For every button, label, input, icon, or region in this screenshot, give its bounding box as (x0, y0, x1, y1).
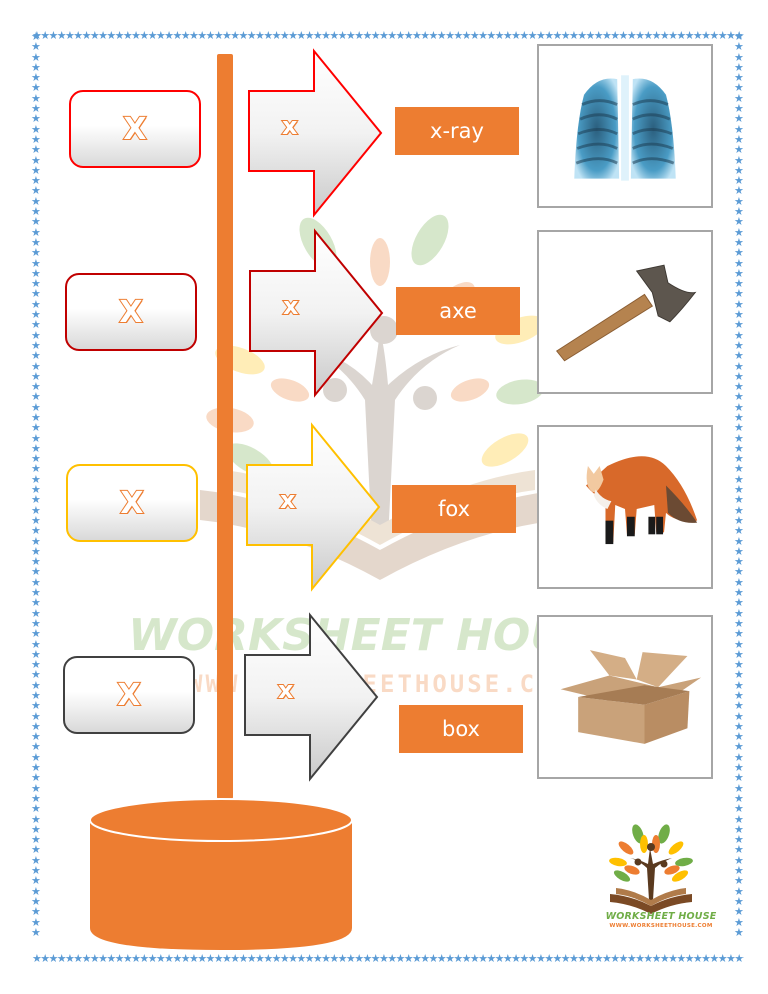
picture-x-ray (537, 44, 713, 208)
star-border-right: ★★★★★★★★★★★★★★★★★★★★★★★★★★★★★★★★★★★★★★★★… (734, 32, 744, 939)
arrow-3: x (246, 422, 381, 592)
cylinder-base (89, 798, 353, 950)
arrow-2-text: x (282, 291, 300, 321)
arrow-1-text: x (281, 111, 299, 141)
letter-card-2: X (65, 273, 197, 351)
arrow-1: x (248, 48, 383, 218)
picture-box (537, 615, 713, 779)
letter-card-1: X (69, 90, 201, 168)
star-border-bottom: ★★★★★★★★★★★★★★★★★★★★★★★★★★★★★★★★★★★★★★★★… (32, 953, 744, 965)
cardboard-box-icon (560, 650, 702, 744)
axe-icon (555, 264, 697, 362)
word-label-1: x-ray (395, 107, 519, 155)
lungs-x-ray-icon (574, 75, 676, 181)
arrow-2: x (249, 228, 384, 398)
arrow-3-text: x (279, 485, 297, 515)
star-border-left: ★★★★★★★★★★★★★★★★★★★★★★★★★★★★★★★★★★★★★★★★… (31, 32, 41, 939)
star-border-top: ★★★★★★★★★★★★★★★★★★★★★★★★★★★★★★★★★★★★★★★★… (32, 30, 744, 42)
word-label-2: axe (396, 287, 520, 335)
logo-title: WORKSHEET HOUSE (605, 911, 717, 922)
arrow-4: x (244, 612, 379, 782)
letter-card-2-text: X (118, 294, 143, 331)
picture-axe (537, 230, 713, 394)
letter-card-3-text: X (119, 485, 144, 522)
letter-card-4-text: X (116, 677, 141, 714)
arrow-4-text: x (277, 675, 295, 705)
logo-url: WWW.WORKSHEETHOUSE.COM (609, 923, 713, 929)
word-label-3: fox (392, 485, 516, 533)
letter-card-1-text: X (122, 111, 147, 148)
vertical-pole (217, 54, 233, 799)
fox-icon (585, 456, 698, 545)
letter-card-4: X (63, 656, 195, 734)
letter-card-3: X (66, 464, 198, 542)
word-label-4: box (399, 705, 523, 753)
picture-fox (537, 425, 713, 589)
